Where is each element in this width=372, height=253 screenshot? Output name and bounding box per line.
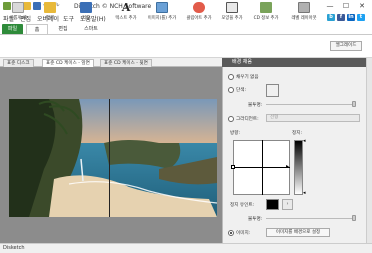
opacity2-slider[interactable] [266, 218, 356, 219]
background-photo[interactable] [9, 99, 217, 217]
solid-label: 단색: [236, 88, 247, 93]
image-radio[interactable] [228, 230, 234, 236]
add-text-button[interactable]: A 텍스트 추가 [109, 2, 143, 23]
direction-label: 방향: [230, 131, 241, 136]
document-tabs: 표준 디스크 표준 CD 케이스 - 앞면 표준 CD 케이스 - 뒷면 [0, 58, 222, 67]
tab-smart[interactable]: 스마트 [78, 24, 104, 34]
layout-icon [298, 2, 310, 13]
tab-home[interactable]: 홈 [26, 24, 48, 34]
stop-marker-top-icon[interactable]: ◂ [303, 138, 306, 144]
twitter-icon[interactable]: t [357, 14, 365, 21]
add-image-button[interactable]: 이미지(를) 추가 [143, 2, 181, 23]
gradient-arrow-icon: ▸ [286, 163, 290, 170]
tab-edit[interactable]: 편집 [52, 24, 74, 34]
opacity-slider-thumb[interactable] [352, 101, 356, 107]
opacity-slider[interactable] [266, 104, 356, 105]
upgrade-button[interactable]: 엘그레이드 [330, 41, 362, 51]
new-doc-icon [12, 2, 24, 13]
facebook-icon[interactable]: f [337, 14, 345, 21]
tab-standard-disc[interactable]: 표준 디스크 [3, 59, 34, 67]
stop-marker-bottom-icon[interactable]: ◂ [303, 190, 306, 196]
add-shape-button[interactable]: 모양을 추가 [215, 2, 249, 23]
add-clipart-button[interactable]: 클립아트 추가 [181, 2, 217, 23]
stop-color-swatch[interactable] [266, 199, 279, 210]
save-button[interactable]: 저장 [73, 2, 99, 23]
save-icon [80, 2, 92, 13]
clipart-icon [193, 2, 205, 13]
shape-icon [226, 2, 238, 13]
linkedin-icon[interactable]: in [347, 14, 355, 21]
tab-file[interactable]: 파일 [2, 24, 23, 34]
panel-scrollbar[interactable] [366, 58, 372, 243]
opacity2-label: 불투명: [248, 217, 263, 222]
panel-header: 배경 채움 [222, 58, 366, 67]
no-fill-radio[interactable] [228, 74, 234, 80]
gradient-stop-bar[interactable] [294, 140, 303, 195]
stop-color-label: 정지 유인트: [230, 203, 255, 208]
center-guide-line [109, 99, 110, 217]
gradient-type-select[interactable]: 선형 [266, 114, 360, 122]
ribbon-toolbar [0, 34, 372, 58]
blog-icon[interactable]: b [327, 14, 335, 21]
solid-radio[interactable] [228, 87, 234, 93]
tab-cd-case-front[interactable]: 표준 CD 케이스 - 앞면 [42, 59, 94, 67]
opacity2-slider-thumb[interactable] [352, 215, 356, 221]
gradient-handle-start[interactable] [231, 165, 235, 169]
minimize-button[interactable]: — [324, 2, 336, 11]
gradient-label: 그라디언트: [236, 117, 259, 122]
stop-color-picker-button[interactable]: › [282, 199, 293, 210]
image-label: 이미지: [236, 231, 251, 236]
add-cd-info-button[interactable]: CD 정보 추가 [249, 2, 283, 23]
solid-color-swatch[interactable] [266, 84, 279, 97]
label-layout-button[interactable]: 레벨 레이아웃 [287, 2, 321, 23]
add-image-icon [156, 2, 168, 13]
cd-info-icon [260, 2, 272, 13]
gradient-axis-vertical [262, 140, 263, 195]
new-button[interactable]: 새롭게 새 [3, 2, 33, 23]
beach-cove-image [9, 99, 217, 217]
status-bar: Disketch [0, 243, 372, 253]
gradient-radio[interactable] [228, 116, 234, 122]
stop-label: 정지: [292, 131, 303, 136]
text-icon: A [121, 1, 131, 14]
tab-cd-case-back[interactable]: 표준 CD 케이스 - 뒷면 [100, 59, 152, 67]
no-fill-label: 채우기 없음 [236, 75, 259, 80]
close-button[interactable]: ✕ [356, 2, 368, 11]
open-folder-icon [44, 2, 56, 13]
set-image-background-button[interactable]: 이미지를 배경으로 설정 [266, 228, 330, 237]
ribbon-tabs: 파일 홈 편집 스마트 [0, 23, 372, 34]
opacity-label: 불투명: [248, 103, 263, 108]
open-button[interactable]: 열기 [37, 2, 63, 23]
maximize-button[interactable]: ☐ [340, 2, 352, 11]
